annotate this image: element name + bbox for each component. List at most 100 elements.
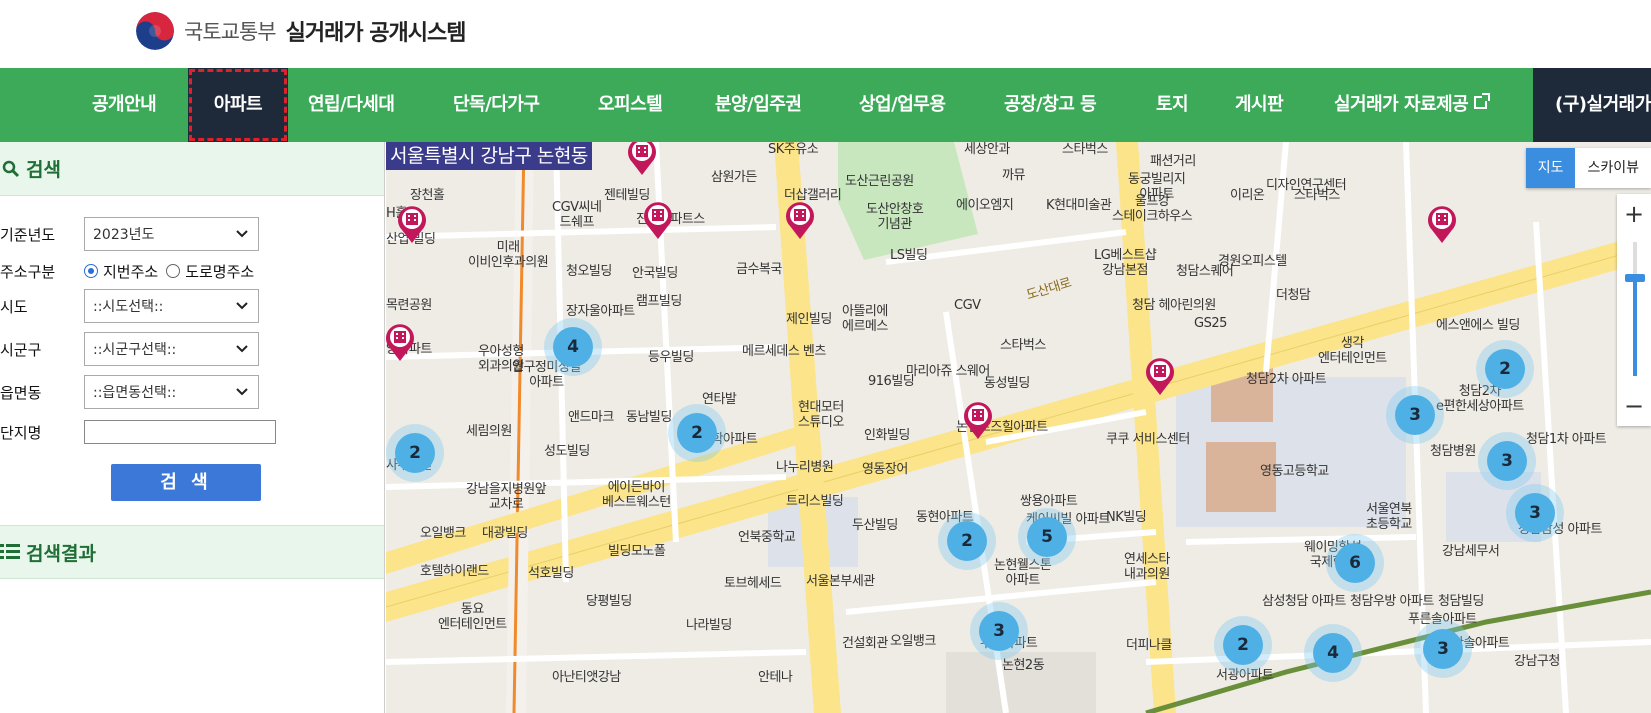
nav-item-guide[interactable]: 공개안내 bbox=[92, 68, 157, 142]
map-place-label: 쌍용아파트 bbox=[1020, 494, 1078, 509]
map-type-toggle: 지도 스카이뷰 bbox=[1525, 148, 1651, 188]
complex-label: 단지명 bbox=[0, 423, 42, 442]
nav-item-land[interactable]: 토지 bbox=[1156, 68, 1189, 142]
nav-item-detached-house[interactable]: 단독/다가구 bbox=[453, 68, 540, 142]
map-place-label: 청담우방 아파트 bbox=[1350, 594, 1434, 609]
jibun-address-radio[interactable]: 지번주소 bbox=[84, 261, 158, 282]
nav-item-data-provision[interactable]: 실거래가 자료제공 bbox=[1334, 68, 1491, 142]
cluster-count: 6 bbox=[1335, 543, 1375, 583]
map-place-label: 동성빌딩 bbox=[984, 376, 1030, 391]
apartment-cluster-marker[interactable]: 3 bbox=[1414, 620, 1472, 678]
map-place-label: GS25 bbox=[1194, 316, 1227, 331]
sido-row: 시도 ::시도선택:: bbox=[0, 289, 259, 323]
apartment-cluster-marker[interactable]: 6 bbox=[1326, 534, 1384, 592]
map-place-label: 스타벅스 bbox=[1294, 188, 1340, 203]
nav-item-board[interactable]: 게시판 bbox=[1235, 68, 1284, 142]
cluster-count: 3 bbox=[1515, 493, 1555, 533]
sido-select[interactable]: ::시도선택:: bbox=[84, 289, 259, 323]
map-place-label: 쿠쿠 서비스센터 bbox=[1106, 432, 1190, 447]
chevron-down-icon bbox=[236, 388, 248, 396]
map-place-label: 건설회관 bbox=[842, 636, 888, 651]
nav-item-old-system[interactable]: (구)실거래가 bbox=[1533, 68, 1651, 142]
org-name: 국토교통부 bbox=[184, 20, 277, 44]
results-panel-header: 검색결과 bbox=[0, 525, 384, 579]
search-sidebar: 검색 기준년도 2023년도 주소구분 지번주소 도로명주소 시도 ::시도선택… bbox=[0, 142, 385, 713]
map-place-label: 램프빌딩 bbox=[636, 294, 682, 309]
map-place-label: 안테나 bbox=[758, 670, 793, 685]
address-type-row: 주소구분 지번주소 도로명주소 bbox=[0, 259, 262, 283]
nav-item-presale[interactable]: 분양/입주권 bbox=[715, 68, 802, 142]
map-place-label: 대광빌딩 bbox=[482, 526, 528, 541]
map-place-label: 메르세데스 벤츠 bbox=[742, 344, 826, 359]
apartment-cluster-marker[interactable]: 3 bbox=[1478, 432, 1536, 490]
apartment-cluster-marker[interactable]: 4 bbox=[544, 318, 602, 376]
map-place-label: 목련공원 bbox=[386, 298, 432, 313]
cluster-count: 2 bbox=[677, 413, 717, 453]
map-view[interactable]: 서울특별시 강남구 논현동 SK주유소 세상안과 스타벅스 패션거리 삼원가든 도산근린공… bbox=[386, 142, 1651, 713]
apartment-cluster-marker[interactable]: 5 bbox=[1018, 508, 1076, 566]
map-place-label: 장천홀 bbox=[410, 188, 445, 203]
sigungu-select-value: ::시군구선택:: bbox=[93, 342, 177, 358]
road-address-label: 도로명주소 bbox=[185, 262, 255, 281]
main-nav: 공개안내 아파트 연립/다세대 단독/다가구 오피스텔 분양/입주권 상업/업무… bbox=[0, 68, 1651, 142]
chevron-down-icon bbox=[236, 302, 248, 310]
apartment-marker-icon[interactable] bbox=[396, 204, 428, 244]
results-panel-title: 검색결과 bbox=[26, 542, 96, 565]
apartment-cluster-marker[interactable]: 2 bbox=[386, 424, 444, 482]
apartment-cluster-marker[interactable]: 3 bbox=[1506, 484, 1564, 542]
map-place-label: 호텔하이랜드 bbox=[420, 564, 489, 579]
zoom-out-button[interactable]: − bbox=[1617, 386, 1651, 426]
search-panel-title: 검색 bbox=[26, 159, 61, 181]
apartment-marker-icon[interactable] bbox=[386, 322, 416, 362]
apartment-marker-icon[interactable] bbox=[642, 200, 674, 240]
apartment-cluster-marker[interactable]: 4 bbox=[1304, 624, 1362, 682]
apartment-marker-icon[interactable] bbox=[962, 400, 994, 440]
complex-name-input[interactable] bbox=[84, 420, 276, 444]
apartment-cluster-marker[interactable]: 2 bbox=[938, 512, 996, 570]
map-place-label: 패션거리 bbox=[1150, 154, 1196, 169]
zoom-control: + − bbox=[1617, 194, 1651, 426]
list-icon bbox=[0, 544, 20, 559]
map-place-label: 서울본부세관 bbox=[806, 574, 875, 589]
map-place-label: 청오빌딩 bbox=[566, 264, 612, 279]
apartment-marker-icon[interactable] bbox=[626, 142, 658, 176]
zoom-slider-handle[interactable] bbox=[1625, 274, 1645, 282]
map-type-normal-button[interactable]: 지도 bbox=[1525, 148, 1576, 188]
zoom-in-button[interactable]: + bbox=[1617, 194, 1651, 234]
emd-row: 읍면동 ::읍면동선택:: bbox=[0, 375, 259, 409]
map-place-label: 논현2동 bbox=[1002, 658, 1045, 673]
year-select-value: 2023년도 bbox=[93, 227, 155, 243]
map-place-label: 세상안과 bbox=[964, 142, 1010, 157]
apartment-cluster-marker[interactable]: 3 bbox=[970, 602, 1028, 660]
apartment-cluster-marker[interactable]: 2 bbox=[1476, 340, 1534, 398]
map-type-skyview-button[interactable]: 스카이뷰 bbox=[1575, 148, 1651, 188]
apartment-marker-icon[interactable] bbox=[1426, 204, 1458, 244]
emd-select[interactable]: ::읍면동선택:: bbox=[84, 375, 259, 409]
site-logo[interactable]: 국토교통부 실거래가 공개시스템 bbox=[136, 12, 466, 50]
map-place-label: 앤드마크 bbox=[568, 410, 614, 425]
nav-item-commercial[interactable]: 상업/업무용 bbox=[859, 68, 946, 142]
map-place-label: 연타발 bbox=[702, 392, 737, 407]
apartment-marker-icon[interactable] bbox=[1144, 356, 1176, 396]
sido-label: 시도 bbox=[0, 297, 28, 316]
year-row: 기준년도 2023년도 bbox=[0, 217, 259, 251]
apartment-cluster-marker[interactable]: 2 bbox=[668, 404, 726, 462]
nav-item-officetel[interactable]: 오피스텔 bbox=[598, 68, 663, 142]
year-select[interactable]: 2023년도 bbox=[84, 217, 259, 251]
search-button[interactable]: 검 색 bbox=[111, 464, 261, 501]
map-place-label: 동남빌딩 bbox=[626, 410, 672, 425]
nav-item-apartment[interactable]: 아파트 bbox=[188, 68, 288, 142]
map-place-label: 아뜰리에 에르메스 bbox=[842, 304, 888, 334]
nav-item-factory[interactable]: 공장/창고 등 bbox=[1004, 68, 1097, 142]
map-place-label: 강남세무서 bbox=[1442, 544, 1500, 559]
map-place-label: 청담1차 아파트 bbox=[1526, 432, 1607, 447]
nav-item-row-house[interactable]: 연립/다세대 bbox=[308, 68, 395, 142]
sigungu-select[interactable]: ::시군구선택:: bbox=[84, 332, 259, 366]
apartment-marker-icon[interactable] bbox=[784, 200, 816, 240]
taegeuk-logo-icon bbox=[136, 12, 174, 50]
cluster-count: 3 bbox=[1395, 395, 1435, 435]
apartment-cluster-marker[interactable]: 3 bbox=[1386, 386, 1444, 444]
map-place-label: 청담병원 bbox=[1430, 444, 1476, 459]
road-address-radio[interactable]: 도로명주소 bbox=[166, 261, 254, 282]
apartment-cluster-marker[interactable]: 2 bbox=[1214, 616, 1272, 674]
